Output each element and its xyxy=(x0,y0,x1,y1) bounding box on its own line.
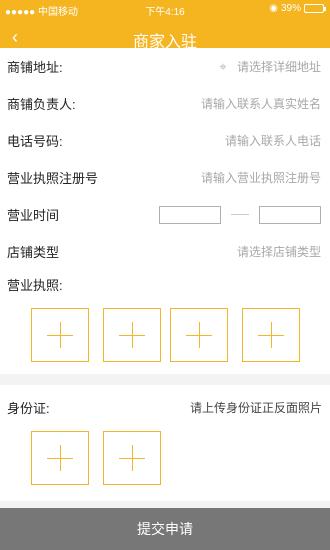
owner-input[interactable]: 请输入联系人真实姓名 xyxy=(201,95,321,112)
submit-application-button[interactable]: 提交申请 xyxy=(0,508,330,550)
license-number-label: 营业执照注册号 xyxy=(7,171,99,186)
id-card-section: 身份证: 请上传身份证正反面照片 xyxy=(0,385,330,501)
status-bar: ●●●●● 中国移动 下午4:16 ◉ 39% xyxy=(0,0,330,18)
alarm-icon: ◉ xyxy=(269,3,278,14)
license-upload-4[interactable] xyxy=(242,308,300,362)
status-right: ◉ 39% xyxy=(269,3,326,14)
phone-row[interactable]: 电话号码: 请输入联系人电话 xyxy=(0,122,330,159)
business-license-section: 营业执照: xyxy=(0,262,330,374)
license-number-row[interactable]: 营业执照注册号 请输入营业执照注册号 xyxy=(0,159,330,196)
id-card-hint: 请上传身份证正反面照片 xyxy=(189,401,322,415)
id-front-upload[interactable] xyxy=(31,431,89,485)
license-upload-3[interactable] xyxy=(170,308,228,362)
phone-input[interactable]: 请输入联系人电话 xyxy=(225,132,321,149)
address-row[interactable]: 商铺地址: ⌖ 请选择详细地址 xyxy=(0,48,330,85)
id-card-title: 身份证: xyxy=(7,401,50,416)
opening-time-input[interactable] xyxy=(159,205,221,224)
license-number-input[interactable]: 请输入营业执照注册号 xyxy=(201,169,321,186)
closing-time-input[interactable] xyxy=(259,205,321,224)
phone-label: 电话号码: xyxy=(7,134,63,149)
merchant-info-form: 商铺地址: ⌖ 请选择详细地址 商铺负责人: 请输入联系人真实姓名 电话号码: … xyxy=(0,48,330,270)
address-label: 商铺地址: xyxy=(7,60,63,75)
license-upload-2[interactable] xyxy=(103,308,161,362)
business-hours-row: 营业时间 xyxy=(0,196,330,233)
owner-row[interactable]: 商铺负责人: 请输入联系人真实姓名 xyxy=(0,85,330,122)
store-type-label: 店铺类型 xyxy=(7,245,60,260)
battery-icon xyxy=(304,4,326,13)
store-type-select[interactable]: 请选择店铺类型 xyxy=(237,243,321,260)
hours-separator xyxy=(231,214,249,215)
battery-percentage: 39% xyxy=(280,3,301,14)
owner-label: 商铺负责人: xyxy=(7,97,76,112)
license-upload-1[interactable] xyxy=(31,308,89,362)
business-license-title: 营业执照: xyxy=(7,278,63,293)
location-pin-icon: ⌖ xyxy=(219,58,227,74)
address-placeholder[interactable]: 请选择详细地址 xyxy=(237,58,321,75)
business-hours-label: 营业时间 xyxy=(7,208,60,223)
id-back-upload[interactable] xyxy=(103,431,161,485)
